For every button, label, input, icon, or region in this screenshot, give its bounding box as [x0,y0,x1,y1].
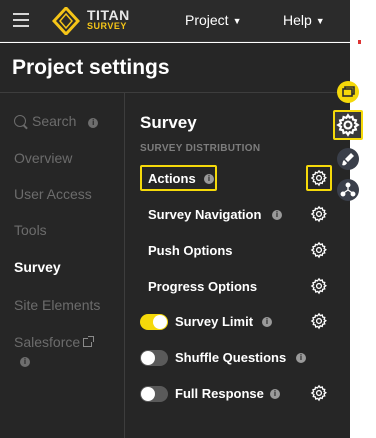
settings-gear-button[interactable] [333,110,363,140]
info-icon[interactable]: i [272,210,282,220]
divider [0,92,350,93]
gear-icon[interactable] [310,241,328,259]
help-menu[interactable]: Help ▼ [283,12,325,28]
section-title: Survey [140,113,197,132]
tree-icon [340,182,356,197]
project-menu[interactable]: Project ▼ [185,12,242,28]
gear-icon[interactable] [310,312,328,330]
edge-mark [358,40,361,44]
stack-button[interactable] [337,81,359,103]
page-title: Project settings [12,56,170,79]
info-icon[interactable]: i [204,174,214,184]
gear-icon [336,113,360,137]
help-menu-label: Help [283,12,312,28]
option-label[interactable]: Push Options [148,243,233,258]
option-row-survey-navigation: Survey Navigation i [140,203,340,227]
hamburger-menu-icon[interactable] [13,13,29,27]
column-divider [124,93,125,438]
brush-icon [342,153,354,166]
option-label[interactable]: Progress Options [148,279,257,294]
sidebar-item-tools[interactable]: Tools [14,222,47,238]
info-icon[interactable]: i [20,357,30,367]
external-link-icon [83,336,95,347]
tree-button[interactable] [337,179,359,201]
gear-icon[interactable] [310,169,328,187]
option-row-push-options: Push Options [140,239,340,263]
project-menu-label: Project [185,12,229,28]
option-label[interactable]: Actions [148,171,196,186]
sidebar-item-label: Salesforce [14,334,81,350]
chevron-down-icon: ▼ [315,16,325,26]
sidebar-item-label: Search [32,113,77,129]
brush-button[interactable] [337,148,359,170]
option-row-full-response: Full Response i [140,382,340,406]
option-label[interactable]: Survey Navigation [148,207,261,222]
chevron-down-icon: ▼ [232,16,242,26]
gear-icon[interactable] [310,205,328,223]
sidebar-item-site-elements[interactable]: Site Elements [14,297,100,313]
brand-subtitle: SURVEY [87,21,127,31]
option-row-progress-options: Progress Options [140,275,340,299]
sidebar-item-salesforce[interactable]: Salesforce [14,334,95,350]
info-icon[interactable]: i [262,317,272,327]
sidebar-item-user-access[interactable]: User Access [14,186,92,202]
option-row-actions: Actions i [140,165,340,191]
section-subtitle: SURVEY DISTRIBUTION [140,143,261,154]
info-icon[interactable]: i [88,118,99,128]
info-icon[interactable]: i [270,389,280,399]
sidebar-item-search[interactable]: Search i [14,113,99,129]
shuffle-questions-toggle[interactable] [140,350,168,366]
search-icon [14,115,26,127]
sidebar-item-survey[interactable]: Survey [14,259,61,275]
top-nav-bar: TITAN SURVEY Project ▼ Help ▼ [0,0,350,42]
titan-logo-icon [52,7,80,35]
sidebar-item-overview[interactable]: Overview [14,150,72,166]
option-label: Shuffle Questions [175,350,287,365]
gear-icon[interactable] [310,277,328,295]
survey-limit-toggle[interactable] [140,314,168,330]
gear-icon[interactable] [310,384,328,402]
full-response-toggle[interactable] [140,386,168,402]
salesforce-info: i [20,352,30,368]
option-label: Full Response [175,386,264,401]
settings-panel: Project settings Search i Overview User … [0,43,350,438]
stack-icon [342,86,355,97]
option-row-survey-limit: Survey Limit i [140,310,340,334]
info-icon[interactable]: i [296,353,306,363]
option-label: Survey Limit [175,314,254,329]
option-row-shuffle-questions: Shuffle Questions i [140,346,340,370]
